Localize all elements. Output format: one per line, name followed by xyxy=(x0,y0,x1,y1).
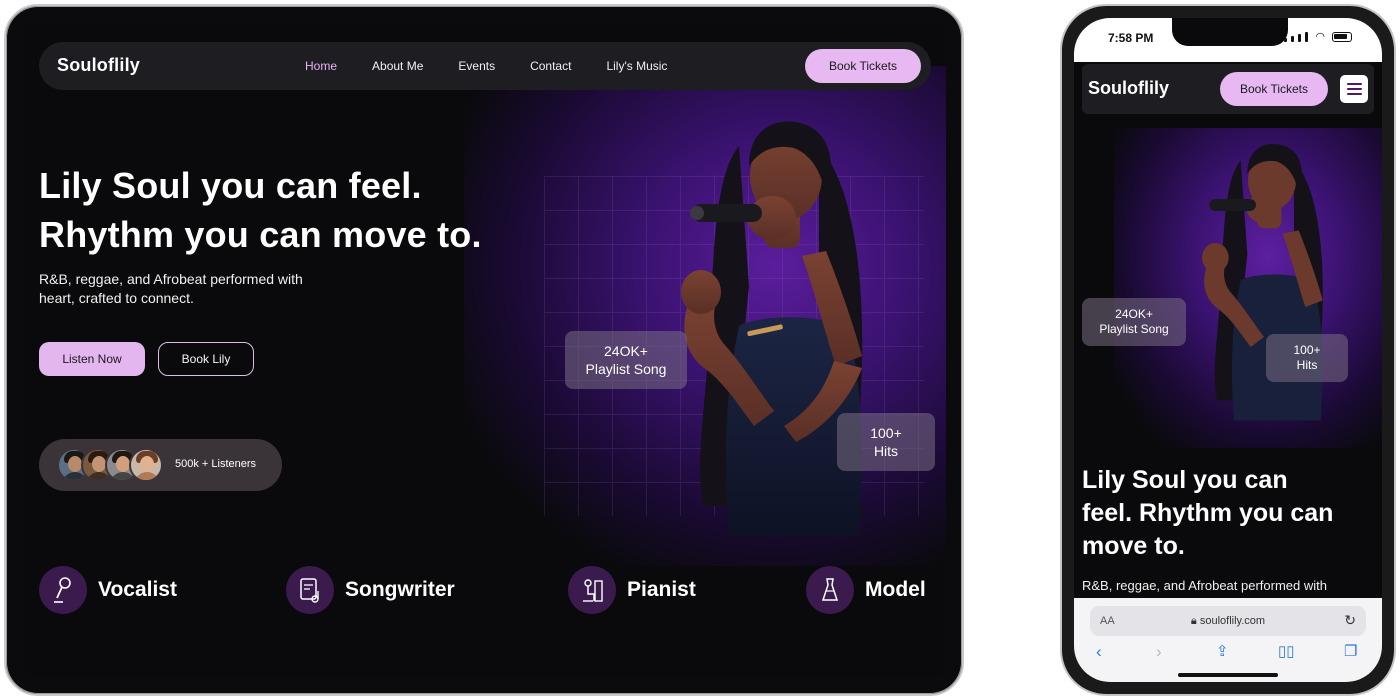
role-pianist: Pianist xyxy=(568,566,696,614)
stat-label: Playlist Song xyxy=(1099,322,1169,336)
status-time: 7:58 PM xyxy=(1108,31,1154,45)
phone-screen: 7:58 PM ◠ Souloflily Book Tickets 24OK+ … xyxy=(1074,18,1382,682)
url-text: 🔒︎ souloflily.com xyxy=(1090,615,1366,628)
stat-card-playlist: 24OK+ Playlist Song xyxy=(565,331,687,389)
listeners-count: 500k + Listeners xyxy=(175,458,257,470)
home-indicator xyxy=(1178,673,1278,677)
stat-value: 24OK+ xyxy=(604,343,648,359)
role-songwriter: Songwriter xyxy=(286,566,455,614)
browser-toolbar: ‹ › ⇪ ▯▯ ❐ xyxy=(1074,642,1382,666)
microphone-icon xyxy=(39,566,87,614)
nav-contact[interactable]: Contact xyxy=(530,59,571,73)
nav-home[interactable]: Home xyxy=(305,59,337,73)
hero-headline-line1: Lily Soul you can feel. xyxy=(39,165,422,206)
signal-icon: ◠ xyxy=(1284,31,1352,43)
logo[interactable]: Souloflily xyxy=(1088,78,1169,99)
role-vocalist: Vocalist xyxy=(39,566,177,614)
tabs-icon[interactable]: ❐ xyxy=(1344,642,1357,660)
tablet-screen: Souloflily Home About Me Events Contact … xyxy=(24,26,946,676)
music-sheet-icon xyxy=(286,566,334,614)
hero-headline: Lily Soul you can feel. Rhythm you can m… xyxy=(39,161,482,259)
tablet-device: Souloflily Home About Me Events Contact … xyxy=(4,4,964,696)
stat-card-playlist: 24OK+ Playlist Song xyxy=(1082,298,1186,346)
lock-icon: 🔒︎ xyxy=(1190,615,1200,627)
wifi-icon: ◠ xyxy=(1315,31,1325,43)
tablet-navbar: Souloflily Home About Me Events Contact … xyxy=(39,42,931,90)
hero-headline-line2: Rhythm you can move to. xyxy=(39,214,482,255)
role-label: Vocalist xyxy=(98,578,177,601)
nav-events[interactable]: Events xyxy=(458,59,495,73)
nav-lilys-music[interactable]: Lily's Music xyxy=(606,59,667,73)
listeners-badge: 500k + Listeners xyxy=(39,439,282,491)
piano-player-icon xyxy=(568,566,616,614)
logo[interactable]: Souloflily xyxy=(57,55,140,76)
back-icon[interactable]: ‹ xyxy=(1096,642,1102,662)
book-tickets-button[interactable]: Book Tickets xyxy=(1220,72,1328,106)
role-label: Model xyxy=(865,578,926,601)
book-lily-button[interactable]: Book Lily xyxy=(158,342,254,376)
address-bar[interactable]: AA 🔒︎ souloflily.com ↻ xyxy=(1090,606,1366,636)
avatar xyxy=(129,448,163,482)
stat-label: Hits xyxy=(873,443,899,459)
phone-device: 7:58 PM ◠ Souloflily Book Tickets 24OK+ … xyxy=(1060,4,1396,696)
book-tickets-button[interactable]: Book Tickets xyxy=(805,49,921,83)
forward-icon[interactable]: › xyxy=(1156,642,1162,662)
singer-image xyxy=(681,121,864,536)
stat-card-hits: 100+ Hits xyxy=(837,413,935,471)
stat-label: Hits xyxy=(1296,358,1318,372)
roles-row: Vocalist Songwriter Pianist Model xyxy=(39,566,931,614)
phone-navbar: Souloflily Book Tickets xyxy=(1082,64,1374,114)
dress-icon xyxy=(806,566,854,614)
main-menu: Home About Me Events Contact Lily's Musi… xyxy=(305,59,702,73)
singer-image xyxy=(1202,143,1324,421)
listen-now-button[interactable]: Listen Now xyxy=(39,342,145,376)
status-bar: 7:58 PM ◠ xyxy=(1074,18,1382,62)
stat-value: 100+ xyxy=(870,425,902,441)
hero-subtitle: R&B, reggae, and Afrobeat performed with xyxy=(1082,578,1327,593)
role-label: Songwriter xyxy=(345,578,455,601)
notch xyxy=(1172,18,1288,46)
devices-mockup: Souloflily Home About Me Events Contact … xyxy=(0,0,1400,700)
bookmarks-icon[interactable]: ▯▯ xyxy=(1278,642,1295,660)
stat-value: 100+ xyxy=(1293,343,1321,357)
role-model: Model xyxy=(806,566,926,614)
hero-subtitle: R&B, reggae, and Afrobeat performed with… xyxy=(39,271,303,306)
browser-bar: AA 🔒︎ souloflily.com ↻ ‹ › ⇪ ▯▯ ❐ xyxy=(1074,598,1382,682)
url-domain: souloflily.com xyxy=(1199,615,1266,627)
stat-label: Playlist Song xyxy=(585,361,667,377)
hamburger-menu-icon[interactable] xyxy=(1340,75,1368,103)
nav-about-me[interactable]: About Me xyxy=(372,59,423,73)
hero-headline: Lily Soul you can feel. Rhythm you can m… xyxy=(1082,466,1334,560)
role-label: Pianist xyxy=(627,578,696,601)
battery-icon xyxy=(1332,32,1352,42)
share-icon[interactable]: ⇪ xyxy=(1216,642,1229,660)
stat-value: 24OK+ xyxy=(1115,307,1153,321)
stat-card-hits: 100+ Hits xyxy=(1266,334,1348,382)
reload-icon[interactable]: ↻ xyxy=(1344,612,1356,629)
